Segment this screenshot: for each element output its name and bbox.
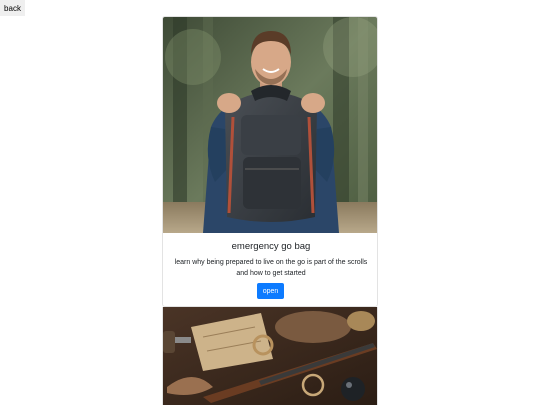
- guide-card-survival-gear: [162, 307, 378, 405]
- back-button[interactable]: back: [0, 0, 25, 16]
- open-button[interactable]: open: [257, 283, 284, 299]
- survival-gear-photo: [163, 307, 377, 405]
- guide-card-go-bag: emergency go bag learn why being prepare…: [162, 16, 378, 307]
- card-description: learn why being prepared to live on the …: [174, 259, 368, 277]
- card-title: emergency go bag: [231, 241, 311, 252]
- go-bag-photo: [163, 17, 377, 233]
